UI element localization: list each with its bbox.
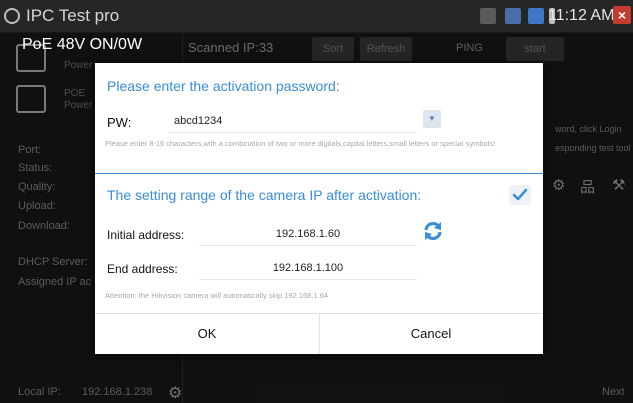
hikvision-note: Attention: the Hikvision camera will aut… [105,291,329,300]
initial-address-input[interactable] [199,222,417,246]
cancel-button[interactable]: Cancel [319,314,543,354]
dialog-title: Please enter the activation password: [107,78,340,94]
status-bar: IPC Test pro 11:12 AM × [0,0,633,32]
refresh-icon[interactable] [422,220,444,247]
password-label: PW: [107,115,132,130]
end-address-label: End address: [107,262,178,276]
activation-dialog: Please enter the activation password: PW… [95,63,543,354]
app-logo-icon [4,8,20,24]
app-title: IPC Test pro [26,6,120,25]
sd-card-icon [480,8,496,24]
wifi-icon [528,8,544,24]
password-hint: Please enter 8-16 characters,with a comb… [105,139,496,148]
ok-button[interactable]: OK [95,314,319,354]
ip-range-title: The setting range of the camera IP after… [107,187,422,203]
password-input[interactable] [169,109,417,133]
section-divider [95,173,543,174]
chevron-down-icon[interactable]: ▼ [423,110,441,128]
poe-toggle-label[interactable]: PoE 48V ON/0W [22,36,142,54]
checkmark-icon [512,188,528,201]
network-icon [505,8,521,24]
clock: 11:12 AM [548,7,615,24]
end-address-input[interactable] [199,256,417,280]
initial-address-label: Initial address: [107,228,185,242]
ip-range-checkbox[interactable] [509,185,531,205]
close-app-button[interactable]: × [613,6,631,24]
